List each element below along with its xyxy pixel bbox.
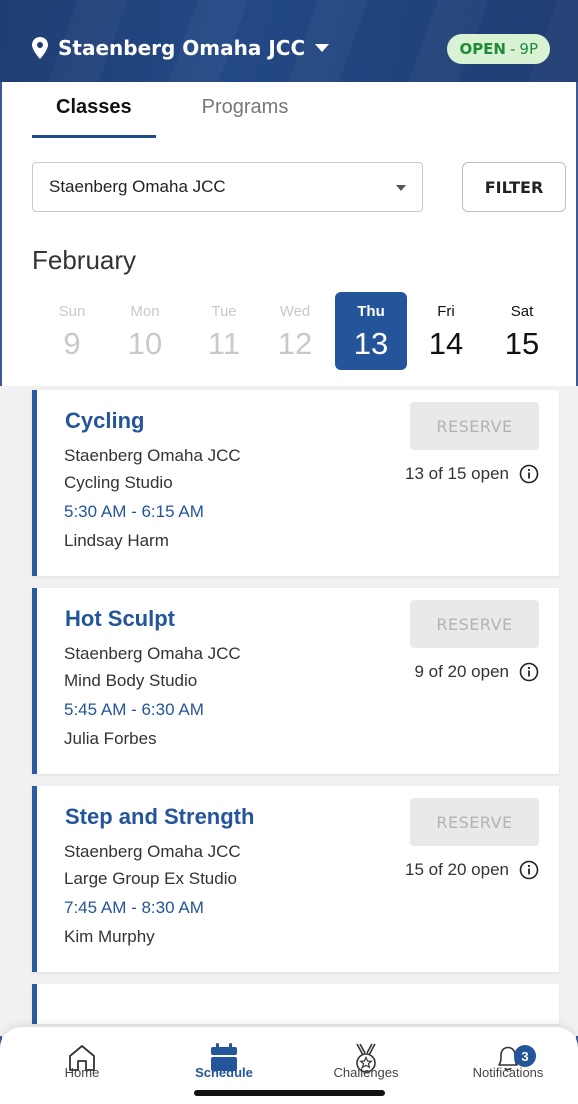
- class-instructor: Julia Forbes: [64, 729, 157, 748]
- dropdown-arrow-icon: [396, 185, 406, 191]
- nav-label: Schedule: [195, 1065, 253, 1080]
- class-instructor: Kim Murphy: [64, 927, 155, 946]
- nav-label: Notifications: [472, 1065, 544, 1080]
- open-status-badge[interactable]: OPEN - 9P: [447, 34, 550, 64]
- tab-bar: Classes Programs: [32, 96, 288, 138]
- location-select[interactable]: Staenberg Omaha JCC: [32, 162, 423, 212]
- day-name: Wed: [279, 303, 311, 320]
- month-label: February: [32, 245, 137, 275]
- day-name: Sun: [58, 303, 86, 320]
- home-indicator: [194, 1090, 385, 1096]
- tab-classes[interactable]: Classes: [32, 96, 156, 138]
- nav-home[interactable]: Home: [22, 1027, 142, 1104]
- day-number: 14: [428, 326, 464, 361]
- open-hours: 9P: [519, 40, 538, 58]
- day-number: 15: [504, 326, 540, 361]
- day-number: 10: [127, 326, 163, 361]
- location-switcher[interactable]: Staenberg Omaha JCC: [32, 36, 330, 60]
- info-icon[interactable]: [519, 860, 539, 880]
- day-mon[interactable]: Mon 10: [109, 292, 181, 370]
- day-tue[interactable]: Tue 11: [188, 292, 260, 370]
- class-list[interactable]: Cycling Staenberg Omaha JCC Cycling Stud…: [0, 386, 578, 1036]
- class-room: Cycling Studio: [64, 473, 173, 492]
- day-thu-selected[interactable]: Thu 13: [335, 292, 407, 370]
- date-strip: Sun 9 Mon 10 Tue 11 Wed 12 Thu 13 Fri 14…: [36, 292, 566, 370]
- class-title[interactable]: Hot Sculpt: [65, 606, 175, 632]
- reserve-button[interactable]: RESERVE: [410, 402, 539, 450]
- day-number: 13: [353, 326, 389, 361]
- info-icon[interactable]: [519, 662, 539, 682]
- availability-text: 13 of 15 open: [405, 464, 509, 483]
- class-location: Staenberg Omaha JCC: [64, 842, 241, 861]
- day-sat[interactable]: Sat 15: [486, 292, 558, 370]
- day-name: Fri: [437, 303, 455, 320]
- class-room: Mind Body Studio: [64, 671, 198, 690]
- tab-programs[interactable]: Programs: [202, 96, 289, 138]
- reserve-button[interactable]: RESERVE: [410, 798, 539, 846]
- class-card[interactable]: Cycling Staenberg Omaha JCC Cycling Stud…: [32, 390, 559, 576]
- class-instructor: Lindsay Harm: [64, 531, 169, 550]
- day-name: Mon: [130, 303, 160, 320]
- class-availability: 9 of 20 open: [414, 662, 539, 682]
- location-select-value: Staenberg Omaha JCC: [49, 177, 226, 196]
- class-availability: 15 of 20 open: [405, 860, 539, 880]
- class-card[interactable]: Step and Strength Staenberg Omaha JCC La…: [32, 786, 559, 972]
- class-availability: 13 of 15 open: [405, 464, 539, 484]
- class-time: 7:45 AM - 8:30 AM: [64, 898, 204, 917]
- caret-down-icon: [315, 44, 330, 52]
- notification-count-badge: 3: [514, 1045, 536, 1067]
- class-time: 5:30 AM - 6:15 AM: [64, 502, 204, 521]
- class-card[interactable]: Hot Sculpt Staenberg Omaha JCC Mind Body…: [32, 588, 559, 774]
- nav-notifications[interactable]: 3 Notifications: [448, 1027, 568, 1104]
- reserve-button[interactable]: RESERVE: [410, 600, 539, 648]
- class-location: Staenberg Omaha JCC: [64, 644, 241, 663]
- availability-text: 9 of 20 open: [414, 662, 509, 681]
- class-card-partial[interactable]: [32, 984, 559, 1024]
- day-name: Thu: [357, 303, 385, 320]
- day-number: 9: [63, 326, 81, 361]
- class-room: Large Group Ex Studio: [64, 869, 237, 888]
- info-icon[interactable]: [519, 464, 539, 484]
- day-number: 11: [207, 326, 241, 361]
- filter-button[interactable]: FILTER: [462, 162, 566, 212]
- status-separator: -: [509, 40, 516, 58]
- nav-label: Home: [64, 1065, 100, 1080]
- open-status: OPEN: [459, 40, 506, 58]
- availability-text: 15 of 20 open: [405, 860, 509, 879]
- day-name: Tue: [211, 303, 237, 320]
- class-time: 5:45 AM - 6:30 AM: [64, 700, 204, 719]
- location-pin-icon: [32, 37, 48, 59]
- class-title[interactable]: Step and Strength: [65, 804, 254, 830]
- day-number: 12: [277, 326, 313, 361]
- day-sun[interactable]: Sun 9: [36, 292, 108, 370]
- day-name: Sat: [510, 303, 534, 320]
- day-wed[interactable]: Wed 12: [259, 292, 331, 370]
- nav-label: Challenges: [333, 1065, 399, 1080]
- location-name: Staenberg Omaha JCC: [58, 36, 306, 60]
- class-location: Staenberg Omaha JCC: [64, 446, 241, 465]
- class-title[interactable]: Cycling: [65, 408, 144, 434]
- day-fri[interactable]: Fri 14: [410, 292, 482, 370]
- app-header: Staenberg Omaha JCC OPEN - 9P: [0, 0, 578, 82]
